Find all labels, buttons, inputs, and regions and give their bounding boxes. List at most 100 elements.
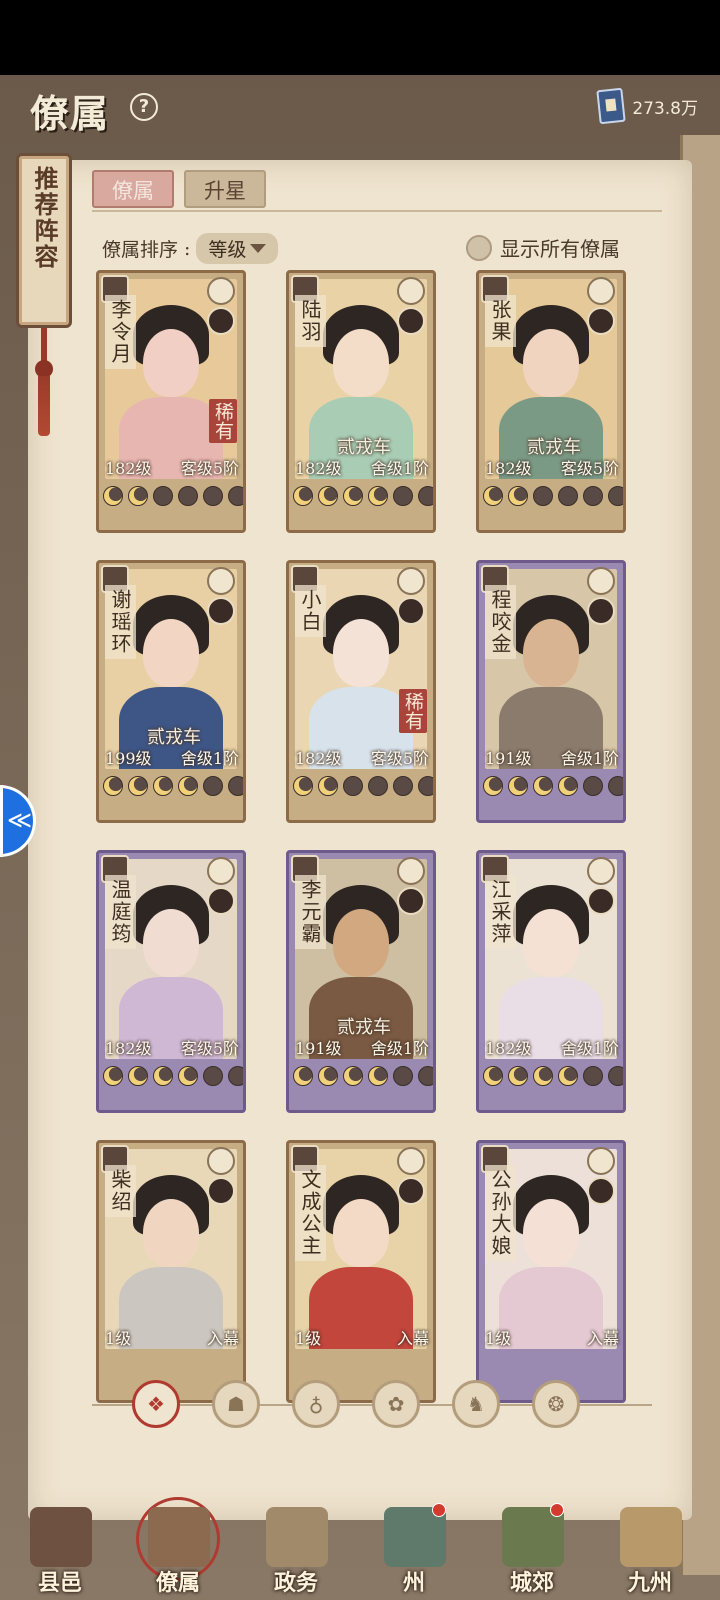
star-rating xyxy=(103,486,243,506)
subordinate-name: 陆羽 xyxy=(295,295,326,347)
tab-subordinates[interactable]: 僚属 xyxy=(92,170,174,208)
portrait-face xyxy=(333,329,389,397)
tab-star-up[interactable]: 升星 xyxy=(184,170,266,208)
nav-item[interactable]: 僚属 xyxy=(128,1495,228,1600)
nav-icon xyxy=(266,1507,328,1567)
portrait-face xyxy=(333,619,389,687)
moon-star-icon xyxy=(293,486,313,506)
notification-dot xyxy=(550,1503,564,1517)
helmet-icon[interactable]: ☗ xyxy=(212,1380,260,1428)
subordinate-card[interactable]: 张果 贰戎车 182级 客级5阶 xyxy=(476,270,626,533)
card-stats: 182级 舍级1阶 xyxy=(479,1035,623,1061)
nav-item[interactable]: 九州 xyxy=(600,1495,700,1600)
portrait-face xyxy=(523,909,579,977)
attribute-icon xyxy=(587,1147,615,1175)
subordinate-card[interactable]: 小白 稀有 182级 客级5阶 xyxy=(286,560,436,823)
moon-star-icon xyxy=(558,1066,578,1086)
sort-row: 僚属排序 : 等级 xyxy=(102,233,279,264)
moon-star-icon xyxy=(103,486,123,506)
banner-body: 推荐阵容 xyxy=(16,153,72,328)
nav-item[interactable]: 县邑 xyxy=(10,1495,110,1600)
partner-avatar-icon xyxy=(587,887,615,915)
star-rating xyxy=(483,776,623,796)
moon-star-icon xyxy=(483,776,503,796)
help-icon[interactable]: ? xyxy=(130,93,158,121)
subordinate-card[interactable]: 李元霸 贰戎车 191级 舍级1阶 xyxy=(286,850,436,1113)
portrait-face xyxy=(523,329,579,397)
subordinate-card[interactable]: 温庭筠 182级 客级5阶 xyxy=(96,850,246,1113)
all-icon[interactable]: ❖ xyxy=(132,1380,180,1428)
moon-star-icon xyxy=(128,1066,148,1086)
currency-display[interactable]: 273.8万 xyxy=(596,87,698,125)
partner-avatar-icon xyxy=(207,307,235,335)
star-rating xyxy=(483,486,623,506)
level-label: 182级 xyxy=(295,749,342,768)
level-label: 1级 xyxy=(105,1329,132,1348)
subordinate-name: 柴绍 xyxy=(105,1165,136,1217)
partner-avatar-icon xyxy=(587,307,615,335)
partner-avatar-icon xyxy=(587,1177,615,1205)
moon-star-icon xyxy=(558,486,578,506)
nav-icon xyxy=(148,1507,210,1567)
rare-badge: 稀有 xyxy=(399,689,427,733)
show-all-toggle[interactable]: 显示所有僚属 xyxy=(466,233,620,262)
nav-item[interactable]: 政务 xyxy=(246,1495,346,1600)
portrait-face xyxy=(143,329,199,397)
subordinate-card[interactable]: 程咬金 191级 舍级1阶 xyxy=(476,560,626,823)
tier-label: 客级5阶 xyxy=(560,459,619,478)
banner-text: 推荐阵容 xyxy=(30,166,59,270)
moon-star-icon xyxy=(508,776,528,796)
chevron-down-icon xyxy=(250,244,267,253)
moon-star-icon xyxy=(608,776,623,796)
subordinate-name: 温庭筠 xyxy=(105,875,136,949)
fan-icon[interactable]: ✿ xyxy=(372,1380,420,1428)
sort-label: 僚属排序 xyxy=(102,239,179,261)
moon-star-icon xyxy=(533,1066,553,1086)
level-label: 182级 xyxy=(485,1039,532,1058)
attribute-icon xyxy=(207,277,235,305)
moon-star-icon xyxy=(343,776,363,796)
subordinate-card[interactable]: 李令月 稀有 182级 客级5阶 xyxy=(96,270,246,533)
subordinate-card[interactable]: 公孙大娘 1级 入幕 xyxy=(476,1140,626,1403)
subordinate-card[interactable]: 江采萍 182级 舍级1阶 xyxy=(476,850,626,1113)
moon-star-icon xyxy=(418,776,433,796)
moon-star-icon xyxy=(318,776,338,796)
attribute-icon xyxy=(397,1147,425,1175)
subordinate-name: 江采萍 xyxy=(485,875,516,949)
book-currency-icon xyxy=(596,87,627,125)
subordinate-card[interactable]: 谢瑶环 贰戎车 199级 舍级1阶 xyxy=(96,560,246,823)
radio-icon[interactable] xyxy=(466,234,492,261)
card-stats: 182级 客级5阶 xyxy=(99,455,243,481)
sort-dropdown[interactable]: 等级 xyxy=(196,233,279,264)
currency-value: 273.8万 xyxy=(632,98,698,119)
recommended-lineup-banner[interactable]: 推荐阵容 xyxy=(16,153,72,436)
nav-icon xyxy=(30,1507,92,1567)
portrait-face xyxy=(333,909,389,977)
header: 僚属 ? 273.8万 xyxy=(0,75,720,136)
bottom-nav: 县邑 僚属 政务 州 城郊 九州 xyxy=(0,1495,720,1600)
lion-icon[interactable]: ♞ xyxy=(452,1380,500,1428)
moon-star-icon xyxy=(228,486,243,506)
tier-label: 客级5阶 xyxy=(370,749,429,768)
tier-label: 舍级1阶 xyxy=(560,749,619,768)
attribute-icon xyxy=(207,857,235,885)
show-all-label: 显示所有僚属 xyxy=(500,237,620,261)
subordinate-card[interactable]: 文成公主 1级 入幕 xyxy=(286,1140,436,1403)
card-stats: 182级 客级5阶 xyxy=(479,455,623,481)
subordinate-name: 李令月 xyxy=(105,295,136,369)
scroll-icon[interactable]: ❂ xyxy=(532,1380,580,1428)
partner-avatar-icon xyxy=(207,887,235,915)
moon-star-icon xyxy=(483,486,503,506)
tier-label: 舍级1阶 xyxy=(180,749,239,768)
moon-star-icon xyxy=(128,486,148,506)
notification-dot xyxy=(432,1503,446,1517)
subordinate-card[interactable]: 柴绍 1级 入幕 xyxy=(96,1140,246,1403)
gourd-icon[interactable]: ♁ xyxy=(292,1380,340,1428)
nav-item[interactable]: 州 xyxy=(364,1495,464,1600)
tier-label: 入幕 xyxy=(206,1329,239,1348)
nav-item[interactable]: 城郊 xyxy=(482,1495,582,1600)
moon-star-icon xyxy=(393,486,413,506)
subordinate-card[interactable]: 陆羽 贰戎车 182级 舍级1阶 xyxy=(286,270,436,533)
moon-star-icon xyxy=(418,486,433,506)
tab-bar: 僚属 升星 xyxy=(92,170,266,208)
